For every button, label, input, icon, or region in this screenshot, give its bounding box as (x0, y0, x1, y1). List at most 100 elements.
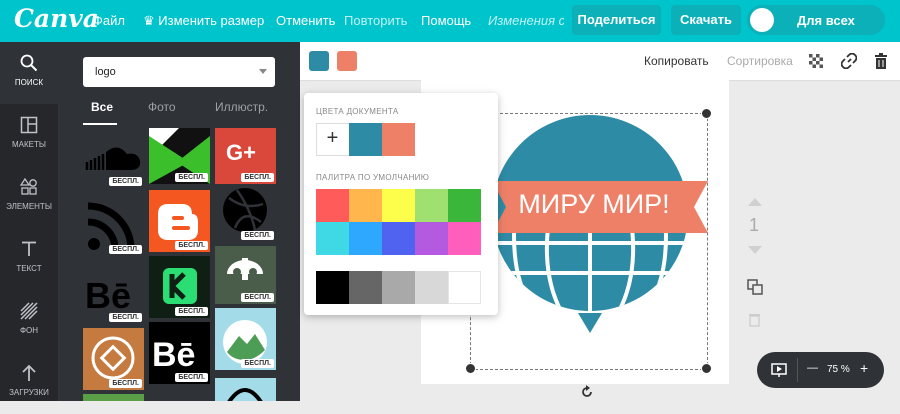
selection-box[interactable] (470, 113, 708, 370)
toggle-knob (750, 8, 774, 32)
visibility-toggle[interactable]: Для всех (747, 5, 885, 35)
palette-color[interactable] (382, 189, 415, 222)
result-code-logo[interactable]: БЕСПЛ. (83, 328, 144, 390)
free-badge: БЕСПЛ. (109, 245, 142, 254)
free-badge: БЕСПЛ. (175, 373, 208, 382)
menu-resize-label: Изменить размер (158, 13, 265, 28)
palette-color[interactable] (349, 222, 382, 255)
zoom-bar: — 75 % + (757, 352, 884, 388)
nav-background[interactable]: ФОН (0, 290, 58, 352)
nav-layouts[interactable]: МАКЕТЫ (0, 104, 58, 166)
chevron-down-icon[interactable] (259, 69, 267, 74)
tab-illustrations[interactable]: Иллюстр. (215, 100, 268, 114)
result-partial-tile[interactable] (149, 388, 210, 401)
result-partial-tile[interactable] (215, 378, 276, 401)
palette-color[interactable] (415, 271, 448, 304)
result-behance-logo-dark[interactable]: Bē БЕСПЛ. (83, 262, 144, 324)
doc-color-coral[interactable] (382, 123, 415, 156)
page-up-icon[interactable] (748, 196, 762, 206)
sort-button[interactable]: Сортировка (727, 54, 793, 68)
palette-color[interactable] (316, 189, 349, 222)
tab-all[interactable]: Все (91, 100, 113, 114)
save-status: Изменения сохр... (488, 13, 564, 28)
palette-color[interactable] (448, 222, 481, 255)
zoom-divider (797, 358, 798, 382)
trash-icon[interactable] (874, 53, 888, 69)
menu-help[interactable]: Помощь (421, 13, 471, 28)
svg-text:G+: G+ (226, 140, 256, 165)
palette-color[interactable] (448, 271, 481, 304)
nav-text-label: ТЕКСТ (16, 264, 42, 273)
search-panel: logo Все Фото Иллюстр. БЕСПЛ. БЕСПЛ. Bē … (58, 42, 300, 401)
palette-color[interactable] (349, 271, 382, 304)
nav-search[interactable]: ПОИСК (0, 42, 58, 104)
rotate-icon[interactable] (580, 385, 594, 399)
nav-uploads[interactable]: ЗАГРУЗКИ (0, 352, 58, 414)
doc-colors-title: ЦВЕТА ДОКУМЕНТА (316, 107, 399, 116)
top-bar: Canva Файл ♛ Изменить размер Отменить По… (0, 0, 900, 42)
share-button[interactable]: Поделиться (572, 5, 661, 35)
result-dribbble-logo[interactable]: БЕСПЛ. (215, 184, 276, 242)
result-rss-logo[interactable]: БЕСПЛ. (83, 192, 144, 256)
search-input-value: logo (95, 66, 116, 78)
menu-redo[interactable]: Повторить (344, 13, 407, 28)
palette-color[interactable] (316, 222, 349, 255)
color-swatch-coral[interactable] (337, 51, 357, 71)
left-nav: ПОИСК МАКЕТЫ ЭЛЕМЕНТЫ ТЕКСТ ФОН ЗАГРУЗКИ (0, 42, 58, 401)
copy-button[interactable]: Копировать (644, 54, 709, 68)
transparency-icon[interactable] (809, 54, 823, 68)
delete-page-icon[interactable] (748, 312, 761, 327)
nav-elements-label: ЭЛЕМЕНТЫ (6, 202, 52, 211)
link-icon[interactable] (841, 53, 857, 69)
svg-text:Bē: Bē (85, 275, 131, 316)
duplicate-page-icon[interactable] (747, 279, 763, 295)
doc-color-teal[interactable] (349, 123, 382, 156)
search-input[interactable]: logo (83, 57, 275, 87)
palette-color[interactable] (316, 271, 349, 304)
nav-elements[interactable]: ЭЛЕМЕНТЫ (0, 166, 58, 228)
color-swatch-teal[interactable] (309, 51, 329, 71)
resize-handle-bottom-left[interactable] (465, 363, 476, 374)
zoom-in-button[interactable]: + (860, 360, 868, 376)
result-deviantart-logo[interactable]: БЕСПЛ. (215, 246, 276, 304)
palette-color[interactable] (349, 189, 382, 222)
result-blogger-logo[interactable]: БЕСПЛ. (149, 190, 210, 252)
color-picker-popup: ЦВЕТА ДОКУМЕНТА + ПАЛИТРА ПО УМОЛЧАНИЮ (304, 93, 498, 315)
page-number: 1 (749, 215, 760, 235)
result-soundcloud-logo[interactable]: БЕСПЛ. (83, 128, 144, 188)
nav-uploads-label: ЗАГРУЗКИ (9, 388, 49, 397)
nav-text[interactable]: ТЕКСТ (0, 228, 58, 290)
free-badge: БЕСПЛ. (175, 241, 208, 250)
editor-toolbar: Копировать Сортировка (300, 42, 900, 81)
free-badge: БЕСПЛ. (175, 173, 208, 182)
tab-photos[interactable]: Фото (148, 100, 176, 114)
canva-logo[interactable]: Canva (14, 4, 99, 33)
result-behance-logo-light[interactable]: Bē БЕСПЛ. (149, 322, 210, 384)
result-partial-tile[interactable] (83, 394, 144, 401)
resize-handle-top-right[interactable] (701, 108, 712, 119)
background-icon (20, 302, 38, 320)
palette-color[interactable] (415, 189, 448, 222)
svg-text:Bē: Bē (152, 336, 195, 374)
free-badge: БЕСПЛ. (241, 173, 274, 182)
menu-undo[interactable]: Отменить (276, 13, 335, 28)
result-kickstarter-logo[interactable]: БЕСПЛ. (149, 256, 210, 318)
page-down-icon[interactable] (748, 246, 762, 256)
palette-color[interactable] (415, 222, 448, 255)
menu-file[interactable]: Файл (93, 13, 125, 28)
palette-color[interactable] (382, 271, 415, 304)
palette-title: ПАЛИТРА ПО УМОЛЧАНИЮ (316, 173, 430, 182)
resize-handle-bottom-right[interactable] (701, 363, 712, 374)
zoom-out-button[interactable]: — (807, 362, 818, 374)
search-icon (20, 54, 38, 72)
palette-color[interactable] (382, 222, 415, 255)
result-green-triangle-logo[interactable]: БЕСПЛ. (149, 128, 210, 184)
palette-color[interactable] (448, 189, 481, 222)
present-icon[interactable] (771, 363, 787, 378)
add-color-button[interactable]: + (316, 123, 349, 156)
menu-resize[interactable]: ♛ Изменить размер (143, 13, 264, 29)
nav-background-label: ФОН (19, 326, 39, 335)
result-basecamp-logo[interactable]: БЕСПЛ. (215, 308, 276, 370)
result-google-plus-logo[interactable]: G+ БЕСПЛ. (215, 128, 276, 184)
download-button[interactable]: Скачать (671, 5, 741, 35)
